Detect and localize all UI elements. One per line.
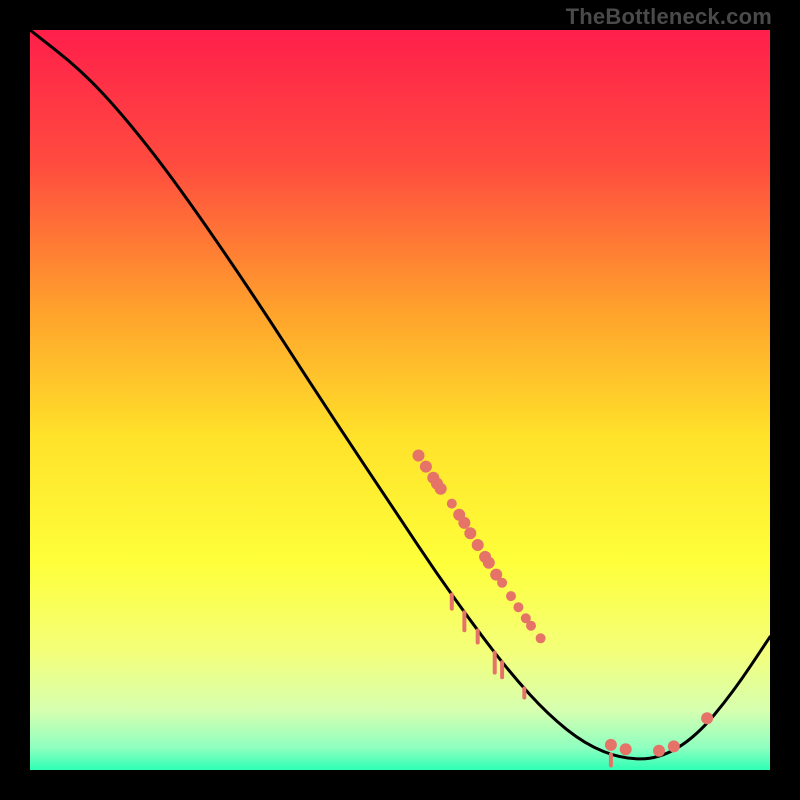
sample-point — [464, 527, 476, 539]
sample-point — [668, 740, 680, 752]
sample-point — [435, 483, 447, 495]
sample-point — [413, 450, 425, 462]
sample-point — [620, 743, 632, 755]
sample-point — [701, 712, 713, 724]
sample-point — [513, 602, 523, 612]
sample-point — [653, 745, 665, 757]
sample-point — [472, 539, 484, 551]
sample-point — [483, 557, 495, 569]
watermark-text: TheBottleneck.com — [566, 4, 772, 30]
sample-point — [536, 633, 546, 643]
gradient-background — [30, 30, 770, 770]
sample-point — [526, 621, 536, 631]
sample-point — [447, 499, 457, 509]
sample-point — [506, 591, 516, 601]
sample-point — [497, 578, 507, 588]
bottleneck-chart — [30, 30, 770, 770]
sample-point — [458, 517, 470, 529]
sample-point — [605, 739, 617, 751]
sample-point — [420, 461, 432, 473]
chart-frame — [30, 30, 770, 770]
